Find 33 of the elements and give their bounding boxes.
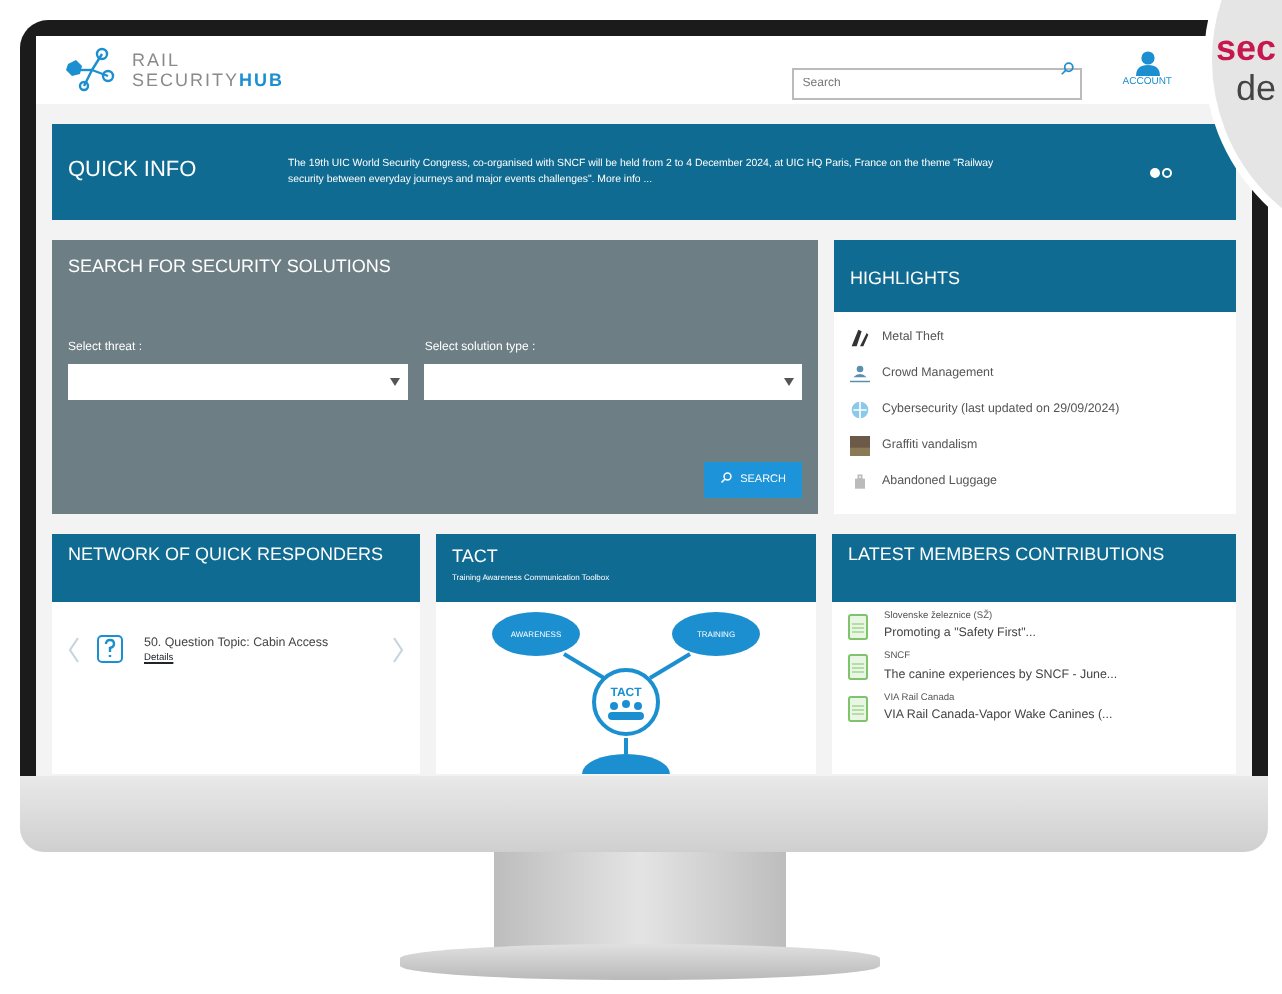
document-icon	[848, 654, 868, 681]
caret-icon	[784, 377, 794, 386]
account-icon[interactable]	[1135, 49, 1160, 76]
logo-text: RAIL	[132, 51, 183, 69]
question-document-icon	[96, 634, 128, 667]
document-icon	[848, 695, 868, 722]
carousel-dot[interactable]	[1150, 167, 1160, 177]
search-icon	[1060, 62, 1075, 76]
diagram-node	[582, 754, 670, 774]
globe-icon	[850, 400, 870, 420]
card-title: NETWORK OF QUICK RESPONDERS	[68, 546, 386, 564]
logo-text: SECURITYHUB	[132, 69, 285, 89]
people-icon	[850, 364, 870, 384]
tools-icon	[850, 328, 870, 348]
banner-title: QUICK INFO	[68, 158, 199, 186]
card-title: TACT	[452, 544, 500, 570]
search-icon	[720, 472, 733, 485]
dropdown-field[interactable]	[424, 363, 802, 400]
caret-icon	[390, 377, 401, 386]
luggage-icon	[850, 472, 870, 492]
carousel-dot[interactable]	[1162, 167, 1172, 177]
callout-text: sec	[1216, 28, 1277, 68]
document-icon	[848, 613, 868, 640]
diagram-connector	[562, 652, 692, 754]
card-title: HIGHLIGHTS	[850, 268, 961, 288]
dropdown-field[interactable]	[68, 363, 409, 400]
image-thumbnail-icon	[850, 436, 870, 456]
card-title: LATEST MEMBERS CONTRIBUTIONS	[848, 546, 1167, 564]
diagram-node	[672, 612, 760, 656]
people-icon	[608, 700, 644, 720]
panel-title: SEARCH FOR SECURITY SOLUTIONS	[68, 256, 393, 278]
diagram-node	[492, 612, 580, 656]
callout-text: de	[1234, 68, 1277, 108]
